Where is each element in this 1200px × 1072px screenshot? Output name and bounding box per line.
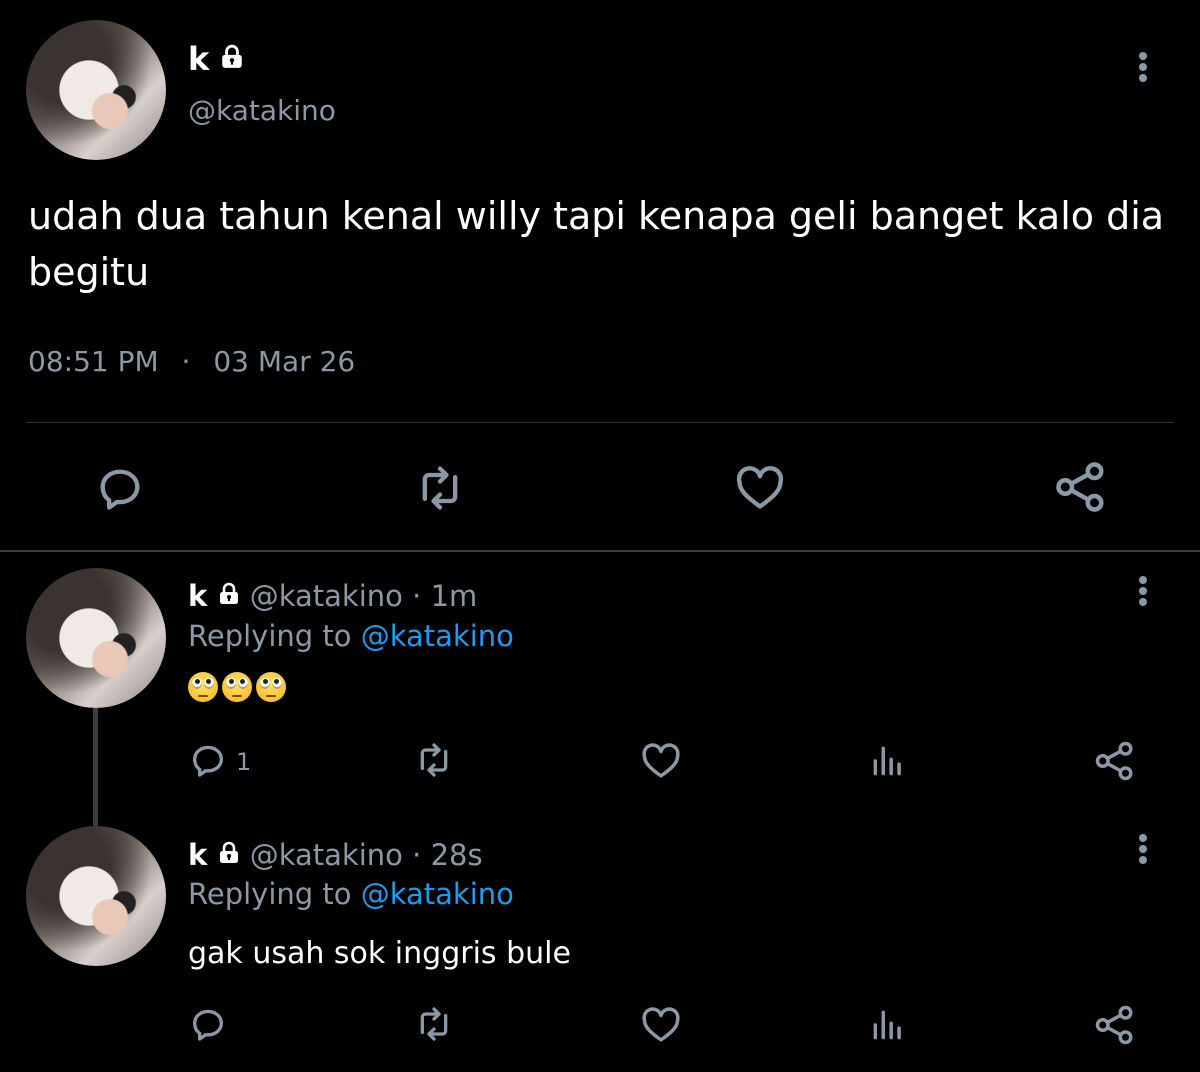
share-icon[interactable] — [1094, 1004, 1136, 1046]
more-options-icon[interactable] — [1138, 834, 1148, 867]
tweet-time: 08:51 PM — [28, 345, 159, 378]
retweet-icon[interactable] — [412, 1004, 456, 1044]
replying-to-handle[interactable]: @katakino — [361, 619, 514, 653]
handle[interactable]: @katakino — [250, 579, 403, 613]
more-options-icon[interactable] — [1138, 52, 1148, 85]
eye-roll-emoji — [256, 672, 286, 702]
tweet-age: 1m — [430, 579, 478, 613]
separator-dot: · — [181, 345, 191, 378]
share-icon[interactable] — [1054, 460, 1108, 514]
reply-text: 🙄🙄🙄 — [188, 672, 290, 706]
more-options-icon[interactable] — [1138, 576, 1148, 609]
divider — [26, 422, 1174, 423]
display-name[interactable]: k — [188, 838, 207, 872]
reply-icon[interactable] — [188, 740, 228, 780]
like-icon[interactable] — [640, 1004, 682, 1046]
tweet-date: 03 Mar 26 — [213, 345, 356, 378]
reply-icon[interactable] — [188, 1004, 228, 1044]
handle[interactable]: @katakino — [188, 94, 336, 128]
avatar[interactable] — [26, 826, 166, 966]
replying-to-handle[interactable]: @katakino — [361, 877, 514, 911]
tweet-age: 28s — [430, 838, 483, 872]
replying-to-label: Replying to — [188, 619, 352, 653]
thread-line — [93, 708, 98, 826]
separator-dot: · — [412, 838, 422, 872]
section-divider — [0, 550, 1200, 552]
avatar[interactable] — [26, 20, 166, 160]
lock-icon — [219, 44, 245, 70]
retweet-icon[interactable] — [412, 740, 456, 780]
lock-icon — [217, 841, 241, 865]
replying-to-label: Replying to — [188, 877, 352, 911]
analytics-icon[interactable] — [868, 742, 908, 780]
eye-roll-emoji — [188, 672, 218, 702]
share-icon[interactable] — [1094, 740, 1136, 782]
eye-roll-emoji — [222, 672, 252, 702]
analytics-icon[interactable] — [868, 1006, 908, 1044]
reply-text: gak usah sok inggris bule — [188, 936, 571, 971]
like-icon[interactable] — [640, 740, 682, 782]
retweet-icon[interactable] — [412, 462, 468, 514]
display-name[interactable]: k — [188, 40, 209, 78]
reply-count: 1 — [236, 748, 252, 776]
reply-icon[interactable] — [94, 462, 146, 514]
separator-dot: · — [412, 579, 422, 613]
handle[interactable]: @katakino — [250, 838, 403, 872]
display-name[interactable]: k — [188, 579, 207, 613]
tweet-text: udah dua tahun kenal willy tapi kenapa g… — [28, 194, 1165, 294]
like-icon[interactable] — [734, 462, 786, 514]
lock-icon — [217, 582, 241, 606]
avatar[interactable] — [26, 568, 166, 708]
